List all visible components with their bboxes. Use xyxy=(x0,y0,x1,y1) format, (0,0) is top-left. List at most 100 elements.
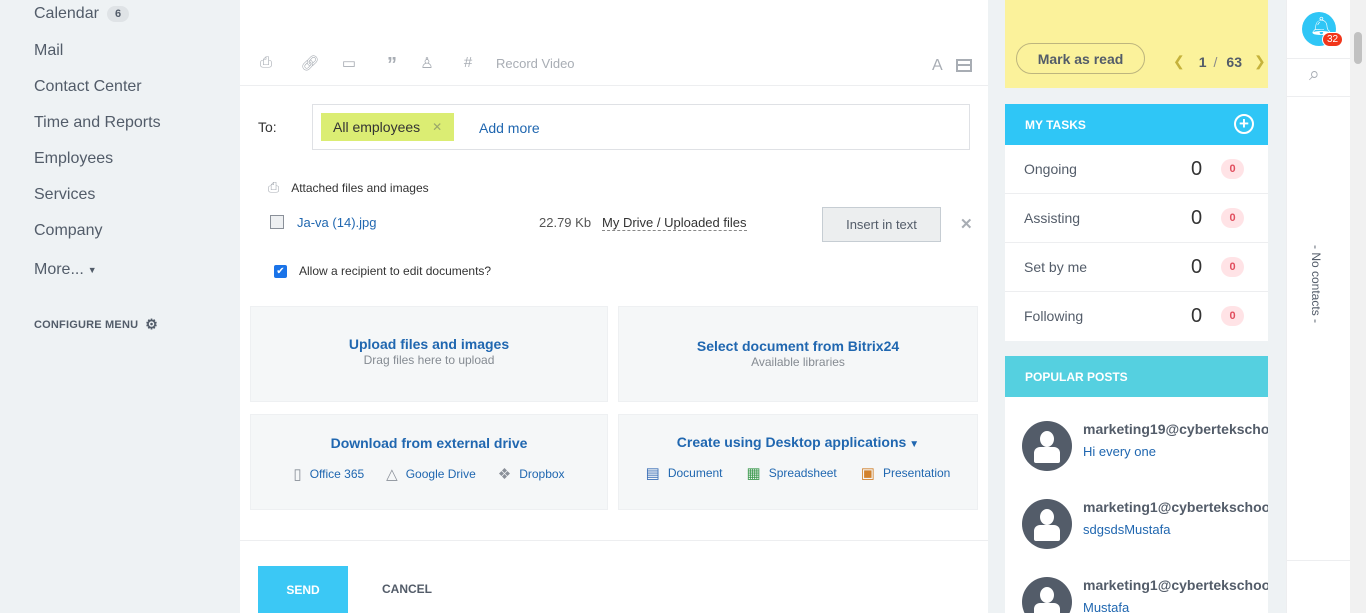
task-row-following[interactable]: Following 0 0 xyxy=(1005,292,1268,341)
mark-as-read-button[interactable]: Mark as read xyxy=(1016,43,1145,74)
recipient-chip[interactable]: All employees ✕ xyxy=(321,113,455,141)
task-row-assisting[interactable]: Assisting 0 0 xyxy=(1005,194,1268,243)
task-row-ongoing[interactable]: Ongoing 0 0 xyxy=(1005,145,1268,194)
calendar-count-badge: 6 xyxy=(106,6,130,22)
dropbox-link[interactable]: ❖ Dropbox xyxy=(498,465,565,483)
configure-menu-label: CONFIGURE MENU xyxy=(34,318,139,331)
chevron-left-icon[interactable]: ❮ xyxy=(1173,53,1185,70)
allow-edit-label: Allow a recipient to edit documents? xyxy=(299,264,492,278)
sidebar-item-company[interactable]: Company xyxy=(34,222,102,240)
cancel-button[interactable]: CANCEL xyxy=(382,582,432,596)
link-icon[interactable]: 🔗︎ xyxy=(300,54,320,74)
attached-file-row: Ja-va (14).jpg 22.79 Kb My Drive / Uploa… xyxy=(270,207,980,242)
notifications-count-badge: 32 xyxy=(1322,32,1344,47)
scrollbar-thumb[interactable] xyxy=(1354,32,1362,64)
bitrix-document-tile[interactable]: Select document from Bitrix24 Available … xyxy=(618,306,978,402)
delete-file-icon[interactable]: ✕ xyxy=(960,215,973,233)
recipients-field[interactable]: All employees ✕ Add more xyxy=(312,104,970,150)
panel-toggle-icon[interactable] xyxy=(956,59,972,72)
external-drive-tile: Download from external drive ▯ Office 36… xyxy=(250,414,608,510)
avatar xyxy=(1022,499,1072,549)
upload-files-subtitle: Drag files here to upload xyxy=(363,353,495,367)
allow-edit-checkbox[interactable]: ✔ xyxy=(274,264,287,278)
video-icon[interactable]: ▭ xyxy=(339,54,359,74)
sidebar-item-label: More... xyxy=(34,261,84,278)
attach-file-icon[interactable]: ⎙ xyxy=(256,54,276,74)
task-label: Following xyxy=(1024,308,1084,324)
attachments-header: ⎙ Attached files and images xyxy=(268,179,429,196)
post-text[interactable]: Mustafa xyxy=(1083,600,1129,613)
popular-posts-list: marketing19@cybertekschoo Hi every one m… xyxy=(1005,397,1268,613)
record-video-button[interactable]: Record Video xyxy=(496,56,575,71)
left-sidebar: Calendar 6 Mail Contact Center Time and … xyxy=(0,0,240,613)
create-document-link[interactable]: ▤ Document xyxy=(646,464,723,482)
sidebar-item-time-and-reports[interactable]: Time and Reports xyxy=(34,114,161,132)
sidebar-item-label: Mail xyxy=(34,42,64,59)
strip-divider xyxy=(1287,58,1351,59)
my-tasks-title[interactable]: MY TASKS xyxy=(1025,118,1086,132)
mention-user-icon[interactable]: ♙ xyxy=(417,54,437,74)
create-spreadsheet-link[interactable]: ▦ Spreadsheet xyxy=(747,464,837,482)
notifications-button[interactable]: 🔔︎ 32 xyxy=(1302,12,1344,47)
task-label: Ongoing xyxy=(1024,161,1077,177)
image-file-icon xyxy=(270,215,284,229)
post-author: marketing1@cybertekschool xyxy=(1083,577,1268,593)
task-overdue-badge: 0 xyxy=(1221,306,1244,326)
send-button[interactable]: SEND xyxy=(258,566,348,613)
create-presentation-link[interactable]: ▣ Presentation xyxy=(861,464,951,482)
editor-divider xyxy=(240,540,988,541)
external-drive-title[interactable]: Download from external drive xyxy=(251,435,607,451)
to-label: To: xyxy=(258,119,277,135)
sidebar-item-calendar[interactable]: Calendar 6 xyxy=(34,5,130,23)
google-drive-label: Google Drive xyxy=(405,467,476,481)
task-overdue-badge: 0 xyxy=(1221,257,1244,277)
task-label: Assisting xyxy=(1024,210,1081,226)
search-icon[interactable]: ⌕ xyxy=(1309,64,1320,86)
avatar xyxy=(1022,577,1072,613)
sidebar-item-services[interactable]: Services xyxy=(34,186,95,204)
post-text[interactable]: Hi every one xyxy=(1083,444,1156,459)
popular-post-item[interactable]: marketing1@cybertekschool Mustafa xyxy=(1005,553,1268,613)
strip-divider xyxy=(1287,560,1351,561)
notification-panel: Mark as read ❮ 1 / 63 ❯ xyxy=(1005,0,1268,88)
remove-recipient-icon[interactable]: ✕ xyxy=(432,120,442,134)
document-label: Document xyxy=(667,466,723,480)
sidebar-item-mail[interactable]: Mail xyxy=(34,42,63,60)
bitrix-document-title[interactable]: Select document from Bitrix24 xyxy=(619,338,977,354)
insert-in-text-button[interactable]: Insert in text xyxy=(822,207,941,242)
office365-link[interactable]: ▯ Office 365 xyxy=(293,465,364,483)
upload-files-tile[interactable]: Upload files and images Drag files here … xyxy=(250,306,608,402)
dropbox-icon: ❖ xyxy=(497,466,512,483)
right-contacts-strip: 🔔︎ 32 ⌕ - No contacts - xyxy=(1286,0,1351,613)
google-drive-link[interactable]: △ Google Drive xyxy=(386,465,476,483)
add-more-recipients-link[interactable]: Add more xyxy=(479,120,540,136)
quote-icon[interactable]: ” xyxy=(382,54,402,76)
hashtag-icon[interactable]: # xyxy=(458,54,478,74)
chevron-right-icon[interactable]: ❯ xyxy=(1254,53,1266,70)
sidebar-item-more[interactable]: More... ▼ xyxy=(34,261,97,279)
sidebar-item-label: Employees xyxy=(34,150,114,167)
upload-files-title[interactable]: Upload files and images xyxy=(251,336,607,352)
configure-menu-button[interactable]: CONFIGURE MENU ⚙ xyxy=(34,316,158,333)
pager-current: 1 xyxy=(1198,53,1207,70)
sidebar-item-employees[interactable]: Employees xyxy=(34,150,113,168)
desktop-apps-tile: Create using Desktop applications ▼ ▤ Doc… xyxy=(618,414,978,510)
popular-post-item[interactable]: marketing19@cybertekschoo Hi every one xyxy=(1005,397,1268,475)
page-scrollbar[interactable] xyxy=(1350,0,1366,613)
file-location-link[interactable]: My Drive / Uploaded files xyxy=(602,215,747,231)
task-count: 0 xyxy=(1191,305,1203,327)
desktop-apps-dropdown[interactable]: Create using Desktop applications ▼ xyxy=(619,434,977,450)
task-row-set-by-me[interactable]: Set by me 0 0 xyxy=(1005,243,1268,292)
text-format-icon[interactable]: A xyxy=(932,57,943,75)
add-task-icon[interactable]: + xyxy=(1234,114,1254,134)
task-overdue-badge: 0 xyxy=(1221,159,1244,179)
popular-post-item[interactable]: marketing1@cybertekschool sdgsdsMustafa xyxy=(1005,475,1268,553)
popular-posts-title: POPULAR POSTS xyxy=(1025,370,1128,384)
attachment-icon: ⎙ xyxy=(268,179,280,195)
popular-posts-header: POPULAR POSTS xyxy=(1005,356,1268,397)
desktop-apps-links: ▤ Document ▦ Spreadsheet ▣ Presentation xyxy=(619,464,977,482)
sidebar-item-label: Calendar xyxy=(34,5,99,22)
post-text[interactable]: sdgsdsMustafa xyxy=(1083,522,1170,537)
sidebar-item-contact-center[interactable]: Contact Center xyxy=(34,78,142,96)
file-name-link[interactable]: Ja-va (14).jpg xyxy=(297,215,376,230)
